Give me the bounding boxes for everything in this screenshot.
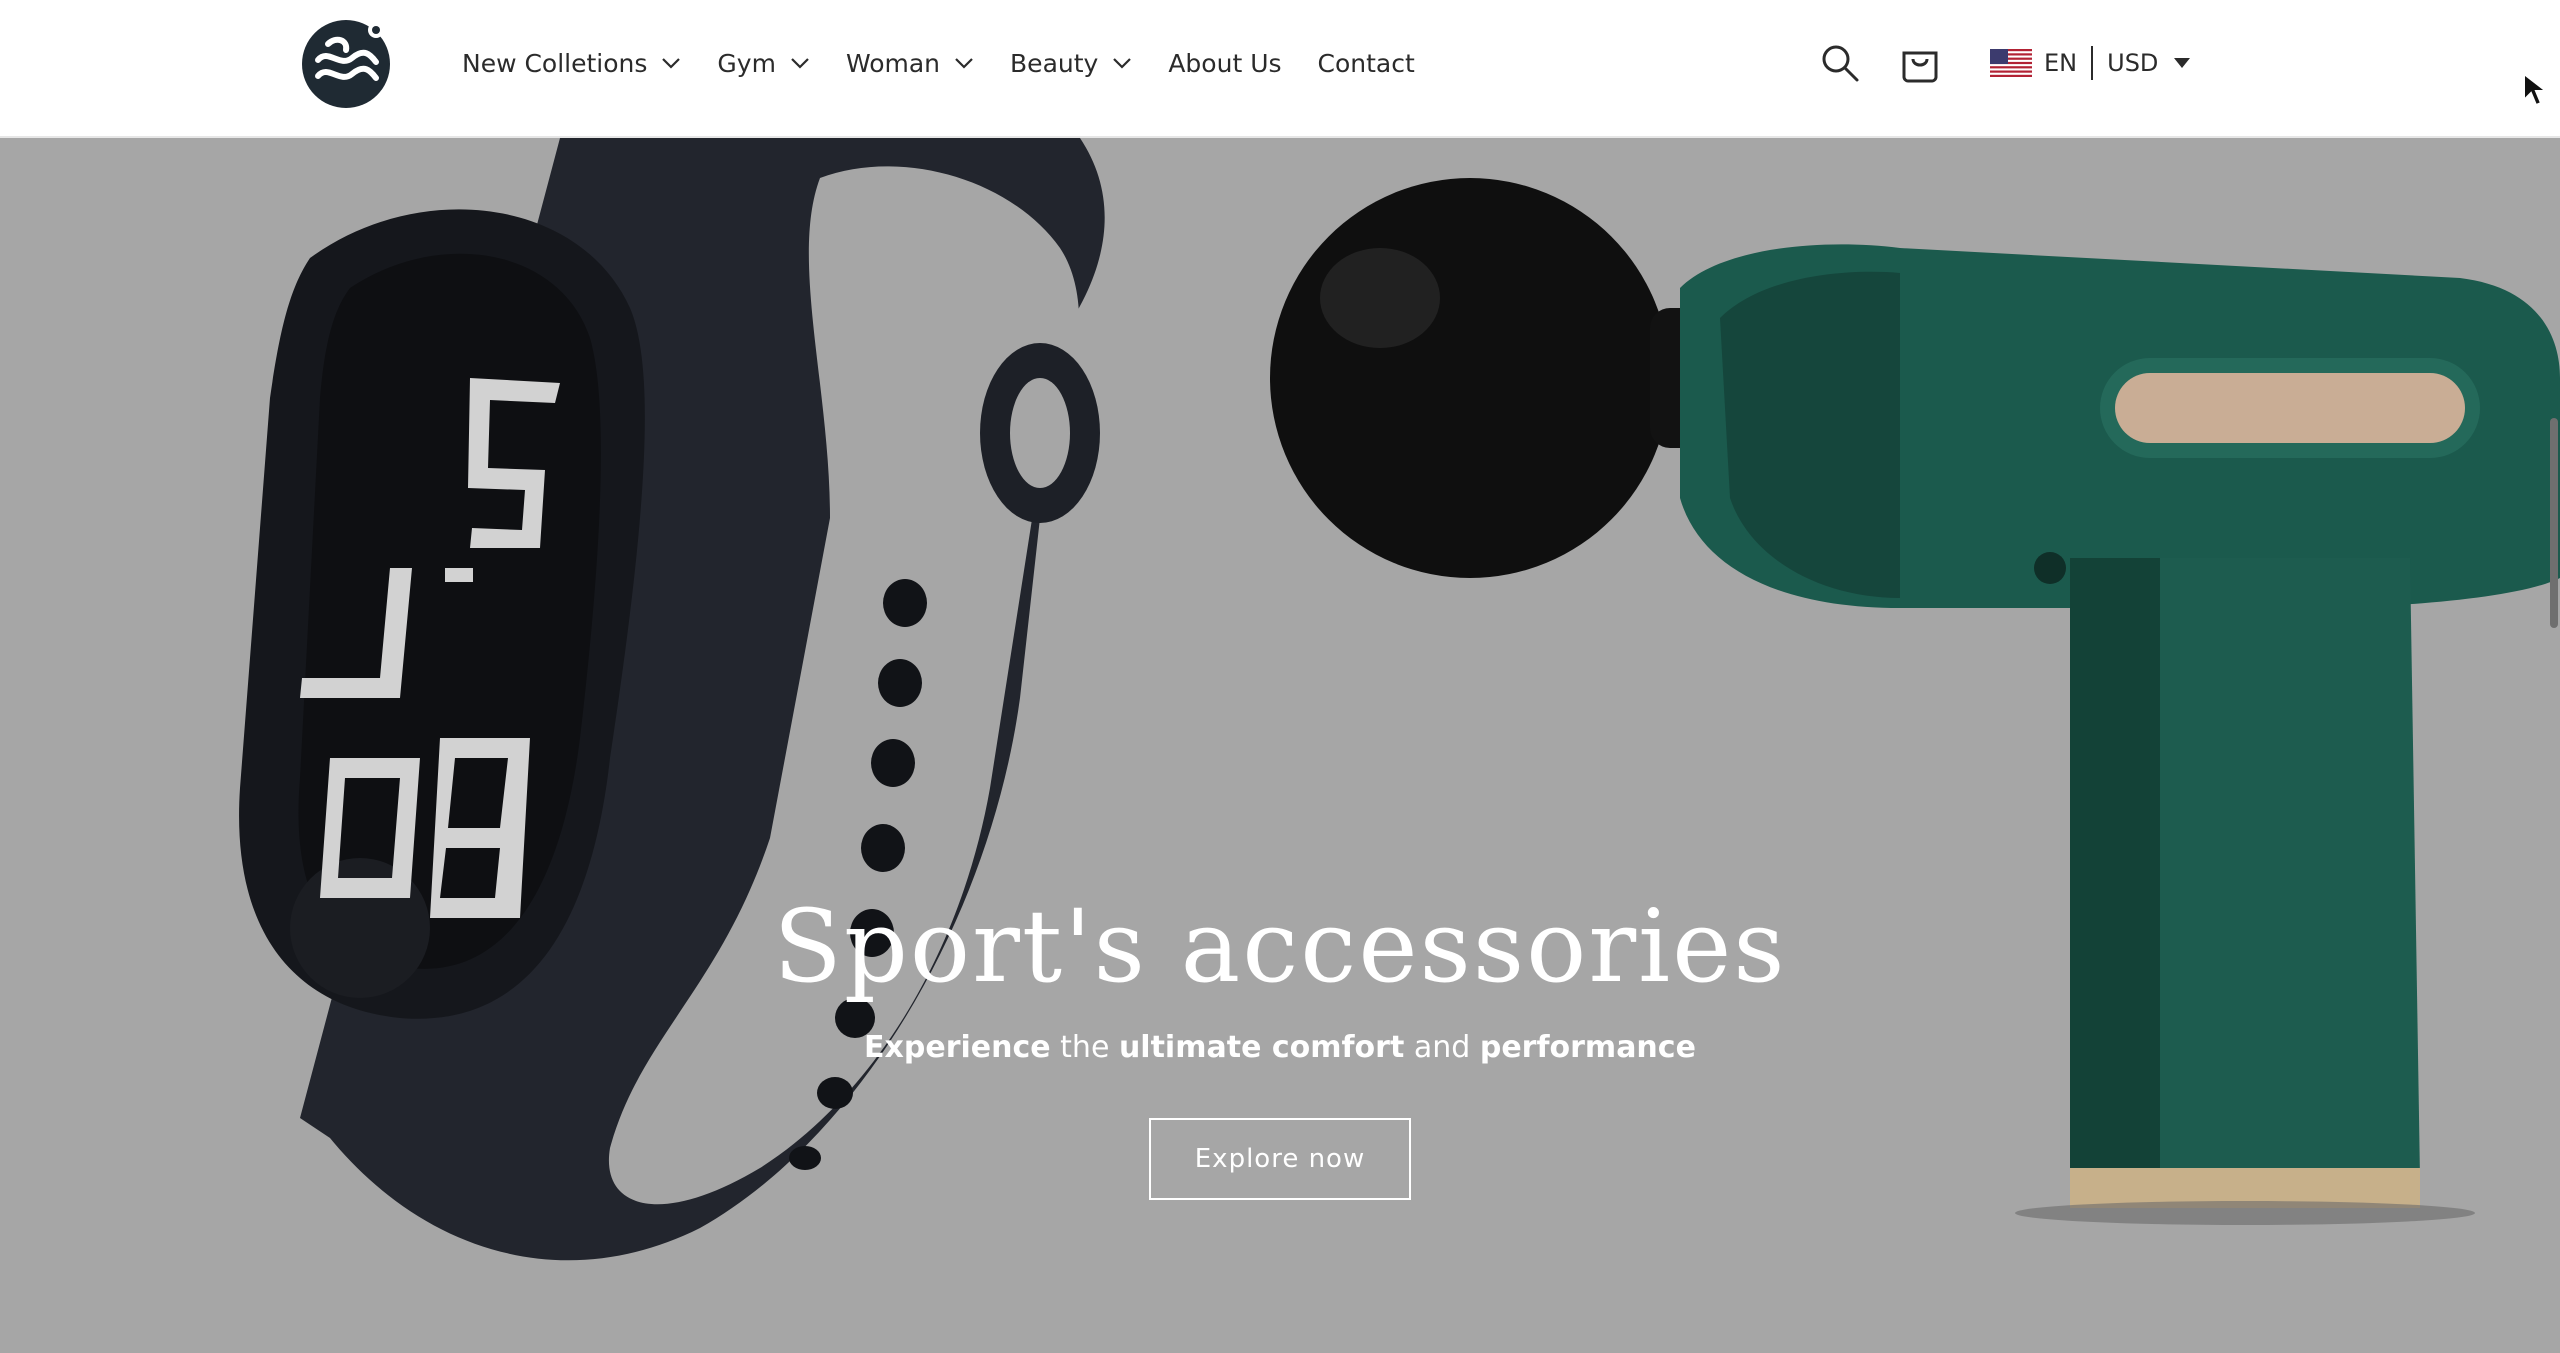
- chevron-down-icon: [791, 58, 809, 69]
- nav-label: About Us: [1168, 48, 1282, 78]
- subtitle-word: Experience: [864, 1030, 1051, 1065]
- chevron-down-icon: [955, 58, 973, 69]
- locale-selector[interactable]: EN USD: [1990, 46, 2191, 80]
- chevron-down-icon: [1113, 58, 1132, 69]
- nav-item-woman[interactable]: Woman: [846, 49, 974, 78]
- hero-subtitle: Experience the ultimate comfort and perf…: [0, 1030, 2560, 1065]
- caret-down-icon: [2174, 58, 2191, 68]
- main-nav: New Colletions Gym Woman Beauty About Us…: [462, 0, 1451, 126]
- nav-label: Gym: [717, 48, 776, 78]
- nav-item-beauty[interactable]: Beauty: [1010, 49, 1132, 78]
- scrollbar-thumb[interactable]: [2550, 418, 2558, 628]
- search-icon[interactable]: [1820, 43, 1860, 83]
- massage-gun-image: [1270, 178, 2560, 1225]
- nav-item-about-us[interactable]: About Us: [1168, 49, 1281, 78]
- subtitle-word: and: [1413, 1030, 1471, 1065]
- nav-item-new-collections[interactable]: New Colletions: [462, 49, 681, 78]
- language-code: EN: [2044, 49, 2078, 77]
- nav-item-gym[interactable]: Gym: [717, 49, 810, 78]
- subtitle-word: ultimate comfort: [1118, 1030, 1405, 1065]
- wave-logo[interactable]: [300, 18, 392, 110]
- header-tools: EN USD: [1820, 0, 2191, 126]
- hero-banner: Sport's accessories Experience the ultim…: [0, 138, 2560, 1353]
- chevron-down-icon: [662, 58, 681, 69]
- mouse-cursor-icon: [2523, 72, 2548, 107]
- page-scrollbar[interactable]: [2548, 138, 2560, 1353]
- subtitle-word: performance: [1479, 1030, 1696, 1065]
- cart-icon[interactable]: [1900, 43, 1940, 83]
- nav-item-contact[interactable]: Contact: [1318, 49, 1415, 78]
- nav-label: Beauty: [1010, 48, 1099, 78]
- nav-label: Contact: [1317, 48, 1415, 78]
- hero-title: Sport's accessories: [773, 888, 1787, 1005]
- explore-now-button[interactable]: Explore now: [1149, 1118, 1411, 1200]
- subtitle-word: the: [1060, 1030, 1110, 1065]
- locale-divider: [2091, 46, 2094, 80]
- nav-label: New Colletions: [462, 48, 648, 78]
- currency-code: USD: [2107, 49, 2159, 77]
- us-flag-icon: [1990, 49, 2032, 77]
- fitness-band-image: [239, 138, 1105, 1261]
- nav-label: Woman: [845, 48, 941, 78]
- site-header: New Colletions Gym Woman Beauty About Us…: [0, 0, 2560, 138]
